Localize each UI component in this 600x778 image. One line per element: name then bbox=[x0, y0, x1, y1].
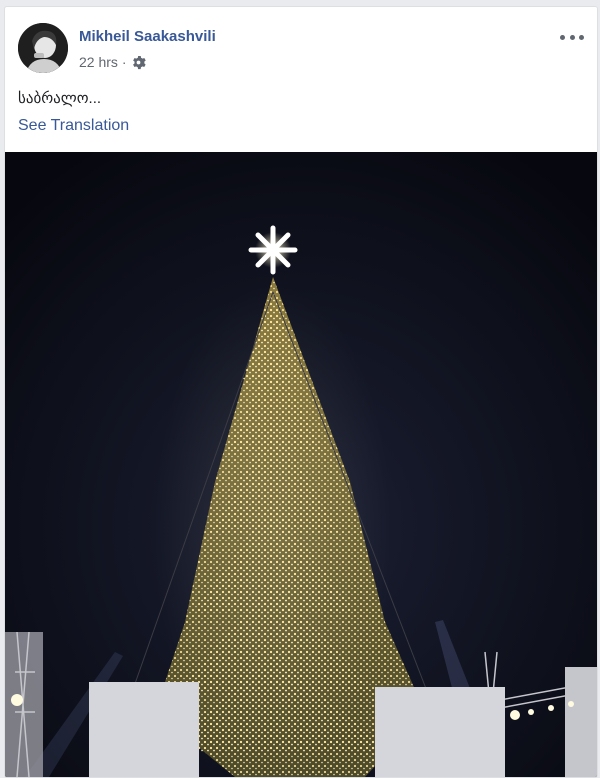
post-meta: 22 hrs · bbox=[79, 54, 146, 70]
ellipsis-dot bbox=[579, 34, 584, 40]
ellipsis-dot bbox=[560, 34, 565, 40]
see-translation-link[interactable]: See Translation bbox=[18, 117, 129, 135]
post-text: საბრალო... bbox=[18, 90, 102, 107]
timestamp-link[interactable]: 22 hrs bbox=[79, 54, 118, 70]
post-header: Mikheil Saakashvili 22 hrs · bbox=[18, 23, 584, 75]
post-photo[interactable] bbox=[5, 152, 597, 777]
avatar-photo-icon bbox=[18, 23, 68, 73]
author-avatar[interactable] bbox=[18, 23, 68, 73]
author-name-link[interactable]: Mikheil Saakashvili bbox=[79, 28, 216, 45]
more-options-button[interactable] bbox=[560, 30, 584, 44]
gear-icon[interactable] bbox=[131, 55, 146, 70]
ellipsis-dot bbox=[569, 34, 575, 40]
christmas-tree-photo bbox=[5, 152, 597, 777]
meta-separator: · bbox=[121, 54, 127, 70]
feed-post: Mikheil Saakashvili 22 hrs · საბრალო... … bbox=[4, 6, 598, 778]
